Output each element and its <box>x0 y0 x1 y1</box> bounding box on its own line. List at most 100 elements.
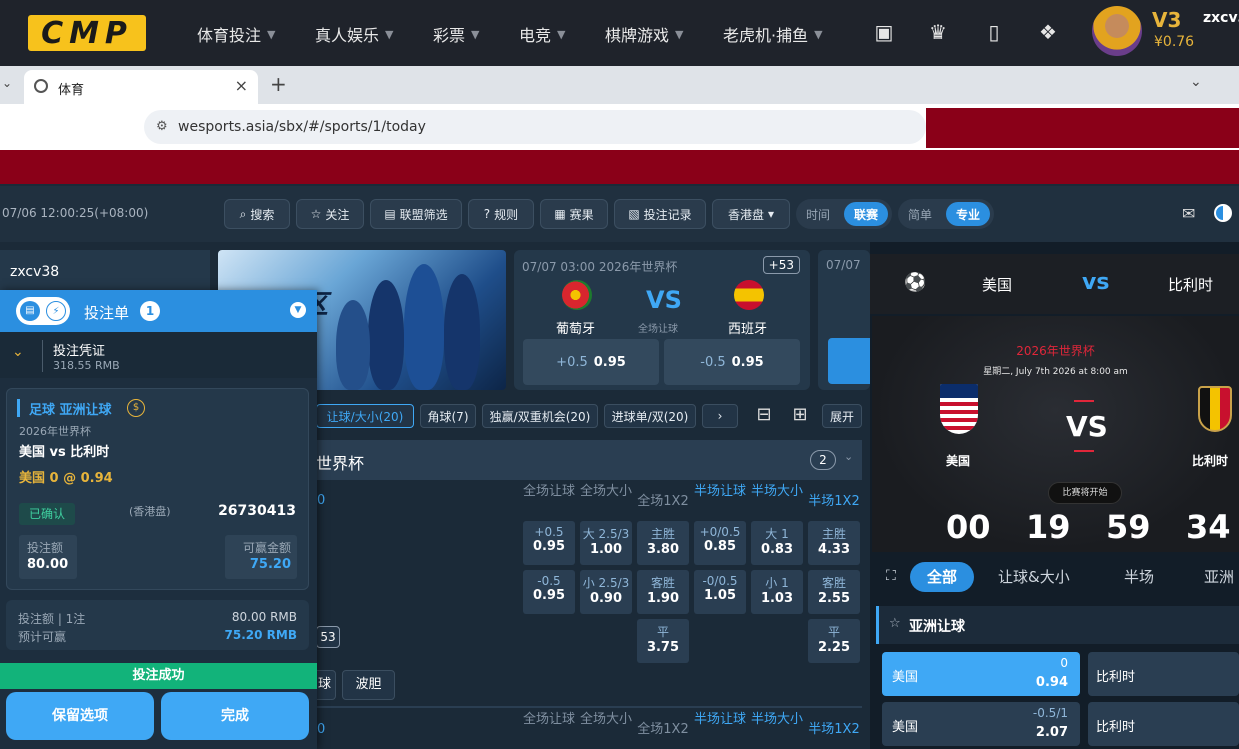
next-match-card[interactable]: 07/07 <box>818 250 870 390</box>
chevron-down-icon[interactable]: ⌄ <box>1190 74 1202 90</box>
banner-player <box>444 274 480 390</box>
tab-odd-even[interactable]: 进球单/双(20) <box>604 404 696 428</box>
tab-1x2-double[interactable]: 独赢/双重机会(20) <box>482 404 598 428</box>
odds-cell[interactable]: 小 2.5/3 0.90 <box>580 570 632 614</box>
avatar[interactable] <box>1092 6 1142 56</box>
tab-handicap-ou[interactable]: 让球/大小(20) <box>316 404 414 428</box>
odds-price: 2.55 <box>817 591 851 606</box>
chevron-down-icon: ▼ <box>267 27 276 41</box>
site-info-icon[interactable]: ⚙ <box>156 119 168 134</box>
tab-asia[interactable]: 亚洲 <box>1204 566 1239 587</box>
odds-line: -0.5 <box>537 574 561 588</box>
tab-handicap-ou[interactable]: 让球&大小 <box>998 566 1070 587</box>
nav-lottery[interactable]: 彩票 ▼ <box>433 22 479 46</box>
odds-cell[interactable]: +0.5 0.95 <box>523 521 575 565</box>
odds-cell[interactable]: 客胜 1.90 <box>637 570 689 614</box>
follow-button[interactable]: ☆ 关注 <box>296 199 364 229</box>
odds-cell[interactable]: 客胜 2.55 <box>808 570 860 614</box>
chevron-down-icon: ⌄ <box>12 344 24 360</box>
tab-corners[interactable]: 角球(7) <box>420 404 476 428</box>
odds-cell[interactable]: 大 1 0.83 <box>751 521 803 565</box>
tab-half[interactable]: 半场 <box>1124 566 1154 587</box>
more-markets-count[interactable]: 53 <box>316 626 340 648</box>
market-tab-correct-score[interactable]: 波胆 <box>342 670 395 700</box>
bet-history-button[interactable]: ▧ 投注记录 <box>614 199 706 229</box>
rules-button[interactable]: ? 规则 <box>468 199 534 229</box>
countdown-minutes: 59 <box>1106 508 1151 546</box>
view-simple[interactable]: 简单 <box>908 206 932 223</box>
odds-away[interactable]: -0.5 0.95 <box>664 339 800 385</box>
slip-mode-toggle[interactable]: ▤ ⚡ <box>16 297 70 325</box>
crown-icon[interactable]: ♛ <box>926 20 950 44</box>
odds-type: (香港盘) <box>129 505 171 518</box>
top-nav: CMP 体育投注 ▼ 真人娱乐 ▼ 彩票 ▼ 电竞 ▼ 棋牌游戏 ▼ 老虎机·捕鱼 ▼ ▣ … <box>0 0 1239 66</box>
asian-handicap-section[interactable]: ☆ 亚洲让球 <box>876 606 1239 644</box>
odds-cell[interactable]: -0/0.5 1.05 <box>694 570 746 614</box>
league-header[interactable]: 世界杯 2 ⌄ <box>316 440 862 480</box>
market-tab-goals[interactable]: 球 <box>316 670 336 700</box>
mobile-icon[interactable]: ▯ <box>982 20 1006 44</box>
match-datetime: 07/07 <box>826 258 861 272</box>
nav-live-casino[interactable]: 真人娱乐 ▼ <box>315 22 393 46</box>
nav-chess-games[interactable]: 棋牌游戏 ▼ <box>605 22 683 46</box>
odds-cell[interactable]: 平 2.25 <box>808 619 860 663</box>
tab-scroll-icon[interactable]: ⌄ <box>2 76 12 90</box>
odds-cell[interactable]: 小 1 1.03 <box>751 570 803 614</box>
bet-voucher[interactable]: ⌄ 投注凭证 318.55 RMB <box>0 332 317 378</box>
odds-team: 美国 <box>892 670 919 685</box>
league-filter-button[interactable]: ▤ 联盟筛选 <box>370 199 462 229</box>
chevron-down-icon[interactable]: ⌄ <box>844 450 853 463</box>
next-odds-box[interactable] <box>828 338 870 384</box>
mail-icon[interactable]: ✉ <box>1182 204 1195 223</box>
grid-icon[interactable]: ⊞ <box>788 404 812 428</box>
odds-cell[interactable]: -0.5 0.95 <box>523 570 575 614</box>
sort-time[interactable]: 时间 <box>806 206 830 223</box>
chevron-down-icon[interactable]: ▼ <box>290 302 306 318</box>
browser-tab[interactable]: 体育 × <box>24 70 258 104</box>
odds-cell[interactable]: 大 2.5/3 1.00 <box>580 521 632 565</box>
done-button[interactable]: 完成 <box>161 692 309 740</box>
nav-esports[interactable]: 电竞 ▼ <box>519 22 565 46</box>
odds-home-selected[interactable]: 美国 0 0.94 <box>882 652 1080 696</box>
pin-icon[interactable]: ☆ <box>889 616 901 631</box>
odds-away[interactable]: 比利时 <box>1088 702 1239 746</box>
new-tab-icon[interactable]: + <box>270 72 287 96</box>
keep-selection-button[interactable]: 保留选项 <box>6 692 154 740</box>
odds-away[interactable]: 比利时 <box>1088 652 1239 696</box>
match-detail-header: ⚽ 美国 vs 比利时 <box>870 254 1239 314</box>
results-button[interactable]: ▦ 赛果 <box>540 199 608 229</box>
single-bet-icon[interactable]: ▤ <box>20 301 40 321</box>
search-button[interactable]: ⌕ 搜索 <box>224 199 290 229</box>
expand-button[interactable]: 展开 <box>822 404 862 428</box>
promo-ticket-icon[interactable]: ▣ <box>872 20 896 44</box>
odds-cell[interactable]: 平 3.75 <box>637 619 689 663</box>
quick-bet-icon[interactable]: ⚡ <box>46 301 66 321</box>
sort-league[interactable]: 联赛 <box>844 202 888 226</box>
more-markets-badge[interactable]: +53 <box>762 256 800 274</box>
close-icon[interactable]: × <box>235 76 248 95</box>
nav-label: 彩票 <box>433 26 466 45</box>
view-pro[interactable]: 专业 <box>946 202 990 226</box>
nav-sports[interactable]: 体育投注 ▼ <box>197 22 275 46</box>
odds-home[interactable]: +0.5 0.95 <box>523 339 659 385</box>
odds-home[interactable]: 美国 -0.5/1 2.07 <box>882 702 1080 746</box>
odds-team: 美国 <box>892 720 919 735</box>
site-logo[interactable]: CMP <box>28 15 146 51</box>
tab-all[interactable]: 全部 <box>910 562 974 592</box>
odds-cell[interactable]: 主胜 4.33 <box>808 521 860 565</box>
url-field[interactable]: ⚙ wesports.asia/sbx/#/sports/1/today <box>144 110 926 144</box>
tab-scroll-right[interactable]: › <box>702 404 738 428</box>
theme-icon[interactable] <box>1214 204 1232 222</box>
odds-line: +0/0.5 <box>699 525 741 539</box>
odds-line: 客胜 <box>650 576 675 590</box>
nav-slots-fishing[interactable]: 老虎机·捕鱼 ▼ <box>723 22 823 46</box>
username[interactable]: zxcv3 <box>1203 10 1239 26</box>
collapse-icon[interactable]: ⊟ <box>752 404 776 428</box>
odds-cell[interactable]: 主胜 3.80 <box>637 521 689 565</box>
odds-price: 0.85 <box>703 539 737 554</box>
odds-cell[interactable]: +0/0.5 0.85 <box>694 521 746 565</box>
gift-icon[interactable]: ❖ <box>1036 20 1060 44</box>
fullscreen-icon[interactable]: ⛶ <box>886 568 896 584</box>
bet-slip-header[interactable]: ▤ ⚡ 投注单 1 ▼ <box>0 290 317 332</box>
odds-type-select[interactable]: 香港盘 ▾ <box>712 199 790 229</box>
